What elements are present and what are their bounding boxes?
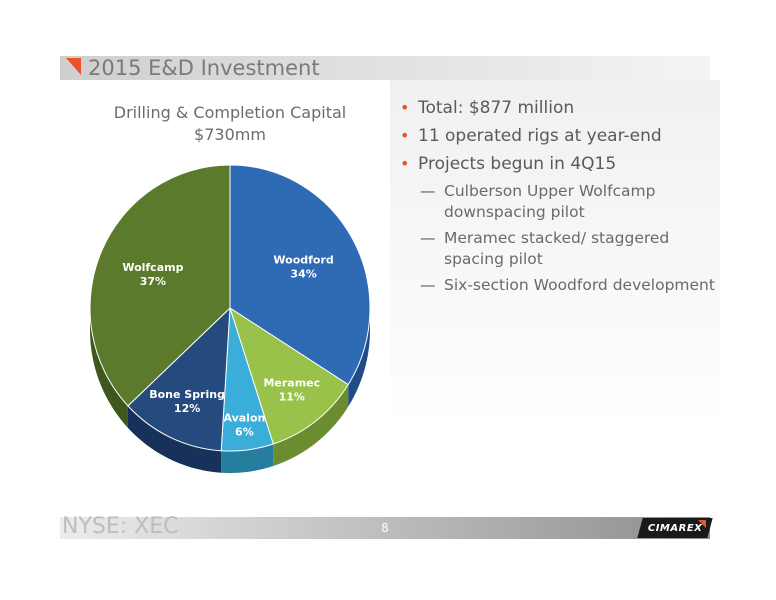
bullet-text: Total: $877 million bbox=[418, 98, 575, 118]
bullet-text: 11 operated rigs at year-end bbox=[418, 126, 662, 146]
bullet-list: • Total: $877 million • 11 operated rigs… bbox=[400, 97, 720, 301]
sub-bullet-culberson: — Culberson Upper Wolfcamp downspacing p… bbox=[400, 181, 720, 223]
page-number: 8 bbox=[381, 521, 389, 535]
bullet-text: Projects begun in 4Q15 bbox=[418, 154, 617, 174]
sub-bullet-text: Six-section Woodford development bbox=[444, 276, 715, 294]
pie-pct-wolfcamp: 37% bbox=[140, 275, 166, 288]
pie-label-avalon: Avalon bbox=[223, 411, 265, 424]
pie-pct-avalon: 6% bbox=[235, 425, 254, 438]
logo-accent-triangle bbox=[698, 520, 706, 528]
bullet-dot-icon: • bbox=[400, 126, 410, 145]
sub-bullet-woodford: — Six-section Woodford development bbox=[400, 275, 720, 296]
dash-icon: — bbox=[420, 229, 436, 247]
bullet-item-total: • Total: $877 million bbox=[400, 97, 720, 119]
footer-ticker: NYSE: XEC bbox=[62, 514, 179, 539]
bullet-item-projects: • Projects begun in 4Q15 bbox=[400, 153, 720, 175]
pie-label-meramec: Meramec bbox=[263, 376, 320, 389]
sub-bullet-text: Culberson Upper Wolfcamp downspacing pil… bbox=[444, 182, 656, 221]
pie-label-woodford: Woodford bbox=[273, 254, 333, 267]
pie-pct-meramec: 11% bbox=[279, 390, 305, 403]
sub-bullet-text: Meramec stacked/ staggered spacing pilot bbox=[444, 229, 670, 268]
pie-pct-bone-spring: 12% bbox=[174, 402, 200, 415]
logo-text: CIMAREX bbox=[647, 522, 703, 534]
sub-bullet-meramec: — Meramec stacked/ staggered spacing pil… bbox=[400, 228, 720, 270]
bullet-item-rigs: • 11 operated rigs at year-end bbox=[400, 125, 720, 147]
pie-slices bbox=[89, 164, 371, 452]
bullet-dot-icon: • bbox=[400, 98, 410, 117]
dash-icon: — bbox=[420, 276, 436, 294]
pie-label-bone-spring: Bone Spring bbox=[149, 388, 225, 401]
pie-pct-woodford: 34% bbox=[290, 268, 316, 281]
bullet-dot-icon: • bbox=[400, 154, 410, 173]
dash-icon: — bbox=[420, 182, 436, 200]
pie-label-wolfcamp: Wolfcamp bbox=[122, 261, 183, 274]
